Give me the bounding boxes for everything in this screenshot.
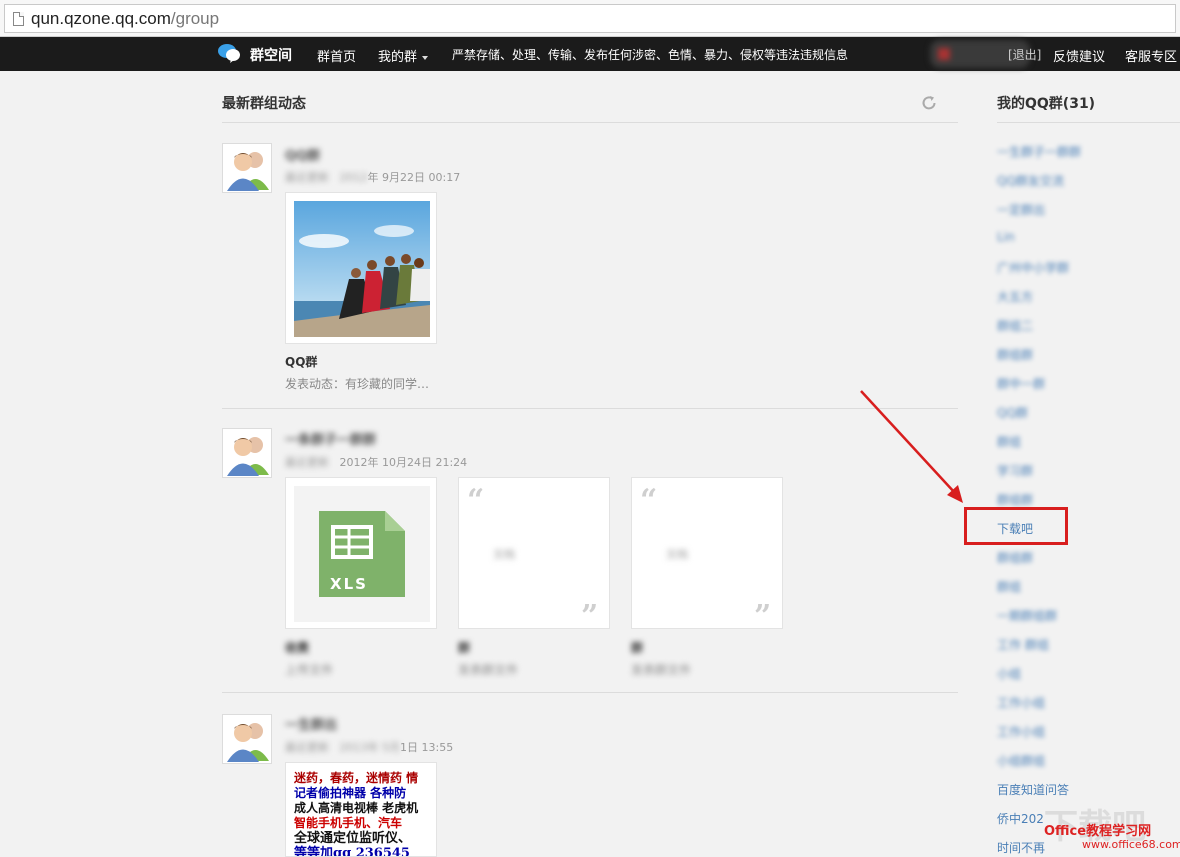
image-card[interactable]: 迷药，春药，迷情药 情 记者偷拍神器 各种防 成人高清电视棒 老虎机 智能手机手… bbox=[285, 762, 437, 857]
sidebar-group-item[interactable]: 群中一群 bbox=[997, 375, 1045, 392]
sidebar-group-item[interactable]: QQ群友交流 bbox=[997, 172, 1064, 189]
card-title[interactable]: 群 bbox=[631, 639, 643, 656]
avatar[interactable] bbox=[222, 143, 272, 193]
sidebar-group-item[interactable]: 群组 bbox=[997, 578, 1021, 595]
divider bbox=[222, 692, 958, 693]
nav-feedback[interactable]: 反馈建议 bbox=[1053, 46, 1105, 65]
ad-image: 迷药，春药，迷情药 情 记者偷拍神器 各种防 成人高清电视棒 老虎机 智能手机手… bbox=[294, 771, 430, 856]
logout-link[interactable]: [退出] bbox=[1008, 46, 1041, 63]
sidebar-group-item[interactable]: 工作小组 bbox=[997, 694, 1045, 711]
card-title[interactable]: QQ群 bbox=[285, 353, 317, 370]
logo-text[interactable]: 群空间 bbox=[250, 45, 292, 65]
quote-card[interactable]: “ 文档 ” bbox=[631, 477, 783, 634]
file-card[interactable]: XLS bbox=[285, 477, 437, 629]
sidebar-group-item[interactable]: 工作小组 bbox=[997, 723, 1045, 740]
card-desc: 上传文件 bbox=[285, 663, 334, 677]
sidebar-title: 我的QQ群(31) bbox=[997, 96, 1096, 112]
divider bbox=[997, 122, 1180, 123]
group-name[interactable]: QQ群 bbox=[285, 145, 320, 164]
nav-my-groups[interactable]: 我的群 bbox=[378, 46, 429, 65]
nav-service[interactable]: 客服专区 bbox=[1125, 46, 1177, 65]
sidebar-group-item[interactable]: 百度知道问答 bbox=[997, 781, 1069, 798]
quote-body: 文档 bbox=[493, 548, 515, 561]
refresh-icon[interactable] bbox=[920, 94, 938, 112]
group-name[interactable]: 一条群子一群群 bbox=[285, 429, 376, 448]
sidebar-group-item[interactable]: 一生群子一群群 bbox=[997, 143, 1081, 160]
sidebar-group-item[interactable]: QQ群 bbox=[997, 404, 1028, 421]
sidebar-group-item[interactable]: 群组 bbox=[997, 433, 1021, 450]
watermark-url: www.office68.com bbox=[1082, 838, 1180, 851]
xls-label: XLS bbox=[330, 575, 368, 593]
group-name[interactable]: 一生群出 bbox=[285, 714, 337, 733]
browser-address-bar: qun.qzone.qq.com/group bbox=[0, 0, 1180, 37]
card-desc: 发表群文件 bbox=[631, 663, 692, 677]
nav-notice: 严禁存储、处理、传输、发布任何涉密、色情、暴力、侵权等违法违规信息 bbox=[452, 48, 849, 62]
group-photo bbox=[294, 201, 430, 337]
sidebar-group-item[interactable]: 群组群 bbox=[997, 346, 1033, 363]
quote-close-icon: ” bbox=[754, 599, 772, 634]
card-title[interactable]: 群 bbox=[458, 639, 470, 656]
sidebar-group-item[interactable]: 群组二 bbox=[997, 317, 1033, 334]
divider bbox=[222, 408, 958, 409]
url-field[interactable]: qun.qzone.qq.com/group bbox=[4, 4, 1176, 33]
quote-open-icon: “ bbox=[467, 483, 485, 518]
sidebar-group-item[interactable]: 一定群出 bbox=[997, 201, 1045, 218]
card-desc: 发表群文件 bbox=[458, 663, 519, 677]
update-time: 最近更新 2012年 9月22日 00:17 bbox=[285, 171, 461, 184]
chevron-down-icon bbox=[422, 55, 429, 60]
quote-close-icon: ” bbox=[581, 599, 599, 634]
sidebar-group-item[interactable]: 群组群 bbox=[997, 549, 1033, 566]
qzone-logo-icon[interactable] bbox=[217, 43, 241, 63]
page-title: 最新群组动态 bbox=[222, 96, 306, 112]
sidebar-group-item[interactable]: Lin bbox=[997, 230, 1015, 244]
highlight-box bbox=[964, 507, 1068, 545]
avatar[interactable] bbox=[222, 428, 272, 478]
sidebar-group-item[interactable]: 一期群组群 bbox=[997, 607, 1057, 624]
card-desc: 发表动态：有珍藏的同学… bbox=[285, 377, 430, 391]
update-time: 最近更新 2013年 5月1日 13:55 bbox=[285, 741, 454, 754]
sidebar-group-item[interactable]: 广州中小学群 bbox=[997, 259, 1069, 276]
quote-body: 文档 bbox=[666, 548, 688, 561]
sidebar-group-item[interactable]: 群组群 bbox=[997, 491, 1033, 508]
sidebar-group-item[interactable]: 小组群组 bbox=[997, 752, 1045, 769]
divider bbox=[222, 122, 958, 123]
page-icon bbox=[13, 12, 24, 26]
sidebar-group-item[interactable]: 工作 群组 bbox=[997, 636, 1049, 653]
quote-card[interactable]: “ 文档 ” bbox=[458, 477, 610, 634]
avatar[interactable] bbox=[222, 714, 272, 764]
sidebar-group-item[interactable]: 小组 bbox=[997, 665, 1021, 682]
watermark-text: Office教程学习网 bbox=[1044, 824, 1152, 839]
nav-home[interactable]: 群首页 bbox=[317, 46, 356, 65]
annotation-arrow-icon bbox=[860, 390, 963, 503]
sidebar-group-item[interactable]: 大五方 bbox=[997, 288, 1033, 305]
url-text[interactable]: qun.qzone.qq.com/group bbox=[31, 9, 219, 29]
photo-card[interactable] bbox=[285, 192, 437, 344]
quote-open-icon: “ bbox=[640, 483, 658, 518]
update-time: 最近更新 2012年 10月24日 21:24 bbox=[285, 456, 468, 469]
sidebar-group-item[interactable]: 学习群 bbox=[997, 462, 1033, 479]
card-title[interactable]: 收费 bbox=[285, 639, 309, 656]
top-nav: 群空间 群首页 我的群 严禁存储、处理、传输、发布任何涉密、色情、暴力、侵权等违… bbox=[0, 37, 1180, 71]
